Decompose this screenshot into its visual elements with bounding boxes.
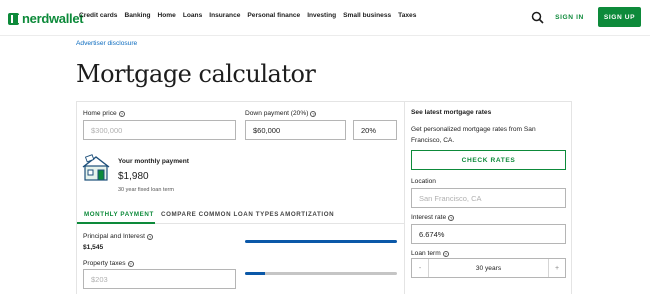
info-icon[interactable]: ?: [118, 110, 125, 117]
principal-interest-value: $1,545: [83, 244, 104, 251]
down-payment-label-text: Down payment (20%): [245, 110, 309, 117]
home-price-input[interactable]: $300,000: [83, 120, 236, 140]
home-price-label-text: Home price: [83, 110, 117, 117]
interest-rate-input[interactable]: 6.674%: [411, 224, 566, 244]
tab-amortization[interactable]: AMORTIZATION: [280, 211, 334, 218]
principal-interest-bar-fill: [245, 240, 397, 243]
top-navigation: nerdwallet Credit cards Banking Home Loa…: [0, 0, 650, 36]
calculator-tabs: MONTHLY PAYMENT COMPARE COMMON LOAN TYPE…: [77, 208, 404, 224]
interest-rate-label-text: Interest rate: [411, 214, 447, 221]
home-price-label: Home price ?: [83, 110, 125, 117]
nav-item-banking[interactable]: Banking: [124, 12, 150, 19]
sign-in-button[interactable]: SIGN IN: [547, 8, 592, 26]
sign-up-button[interactable]: SIGN UP: [598, 7, 641, 27]
property-taxes-label-text: Property taxes: [83, 260, 126, 267]
info-icon[interactable]: ?: [127, 260, 134, 267]
nav-item-insurance[interactable]: Insurance: [209, 12, 240, 19]
info-icon[interactable]: ?: [310, 110, 317, 117]
loan-term-note: 30 year fixed loan term: [118, 187, 174, 193]
nav-links: Credit cards Banking Home Loans Insuranc…: [79, 12, 423, 19]
info-icon[interactable]: ?: [448, 214, 455, 221]
logo-icon: [8, 12, 20, 25]
card-divider: [404, 102, 405, 294]
logo-text: nerdwallet: [22, 11, 84, 26]
nav-item-investing[interactable]: Investing: [307, 12, 336, 19]
loan-term-increase-button[interactable]: +: [548, 259, 565, 277]
rates-title: See latest mortgage rates: [411, 109, 492, 116]
loan-term-stepper: - 30 years +: [411, 258, 566, 278]
nav-item-personal-finance[interactable]: Personal finance: [247, 12, 300, 19]
property-taxes-bar: [245, 272, 397, 275]
interest-rate-label: Interest rate ?: [411, 214, 455, 221]
loan-term-label-text: Loan term: [411, 250, 441, 257]
active-tab-indicator: [77, 222, 155, 224]
loan-term-label: Loan term ?: [411, 250, 449, 257]
advertiser-disclosure-link[interactable]: Advertiser disclosure: [76, 40, 137, 47]
down-payment-percent-input[interactable]: 20%: [353, 120, 397, 140]
tab-compare-loan-types[interactable]: COMPARE COMMON LOAN TYPES: [161, 211, 279, 218]
rates-description: Get personalized mortgage rates from San…: [411, 126, 536, 144]
down-payment-label: Down payment (20%) ?: [245, 110, 317, 117]
page-title: Mortgage calculator: [76, 60, 316, 88]
tab-monthly-payment[interactable]: MONTHLY PAYMENT: [84, 211, 154, 218]
calculator-card: Home price ? $300,000 Down payment (20%)…: [76, 101, 572, 294]
nav-item-small-business[interactable]: Small business: [343, 12, 391, 19]
monthly-payment-label: Your monthly payment: [118, 158, 189, 165]
nav-item-credit-cards[interactable]: Credit cards: [79, 12, 117, 19]
loan-term-value: 30 years: [475, 264, 502, 272]
info-icon[interactable]: ?: [146, 233, 153, 240]
location-input[interactable]: San Francisco, CA: [411, 188, 566, 208]
property-taxes-bar-fill: [245, 272, 265, 275]
monthly-payment-value: $1,980: [118, 171, 149, 182]
property-taxes-input[interactable]: $203: [83, 269, 236, 289]
nerdwallet-logo[interactable]: nerdwallet: [8, 11, 84, 26]
info-icon[interactable]: ?: [442, 250, 449, 257]
nav-item-home[interactable]: Home: [158, 12, 176, 19]
location-label: Location: [411, 178, 436, 185]
principal-interest-label-text: Principal and Interest: [83, 233, 145, 240]
loan-term-decrease-button[interactable]: -: [412, 259, 429, 277]
nav-item-taxes[interactable]: Taxes: [398, 12, 416, 19]
search-icon[interactable]: [531, 11, 544, 24]
principal-interest-label: Principal and Interest ?: [83, 233, 153, 240]
check-rates-button[interactable]: CHECK RATES: [411, 150, 566, 170]
nav-item-loans[interactable]: Loans: [183, 12, 202, 19]
house-icon: [82, 154, 110, 181]
property-taxes-label: Property taxes ?: [83, 260, 134, 267]
principal-interest-bar: [245, 240, 397, 243]
down-payment-amount-input[interactable]: $60,000: [245, 120, 346, 140]
